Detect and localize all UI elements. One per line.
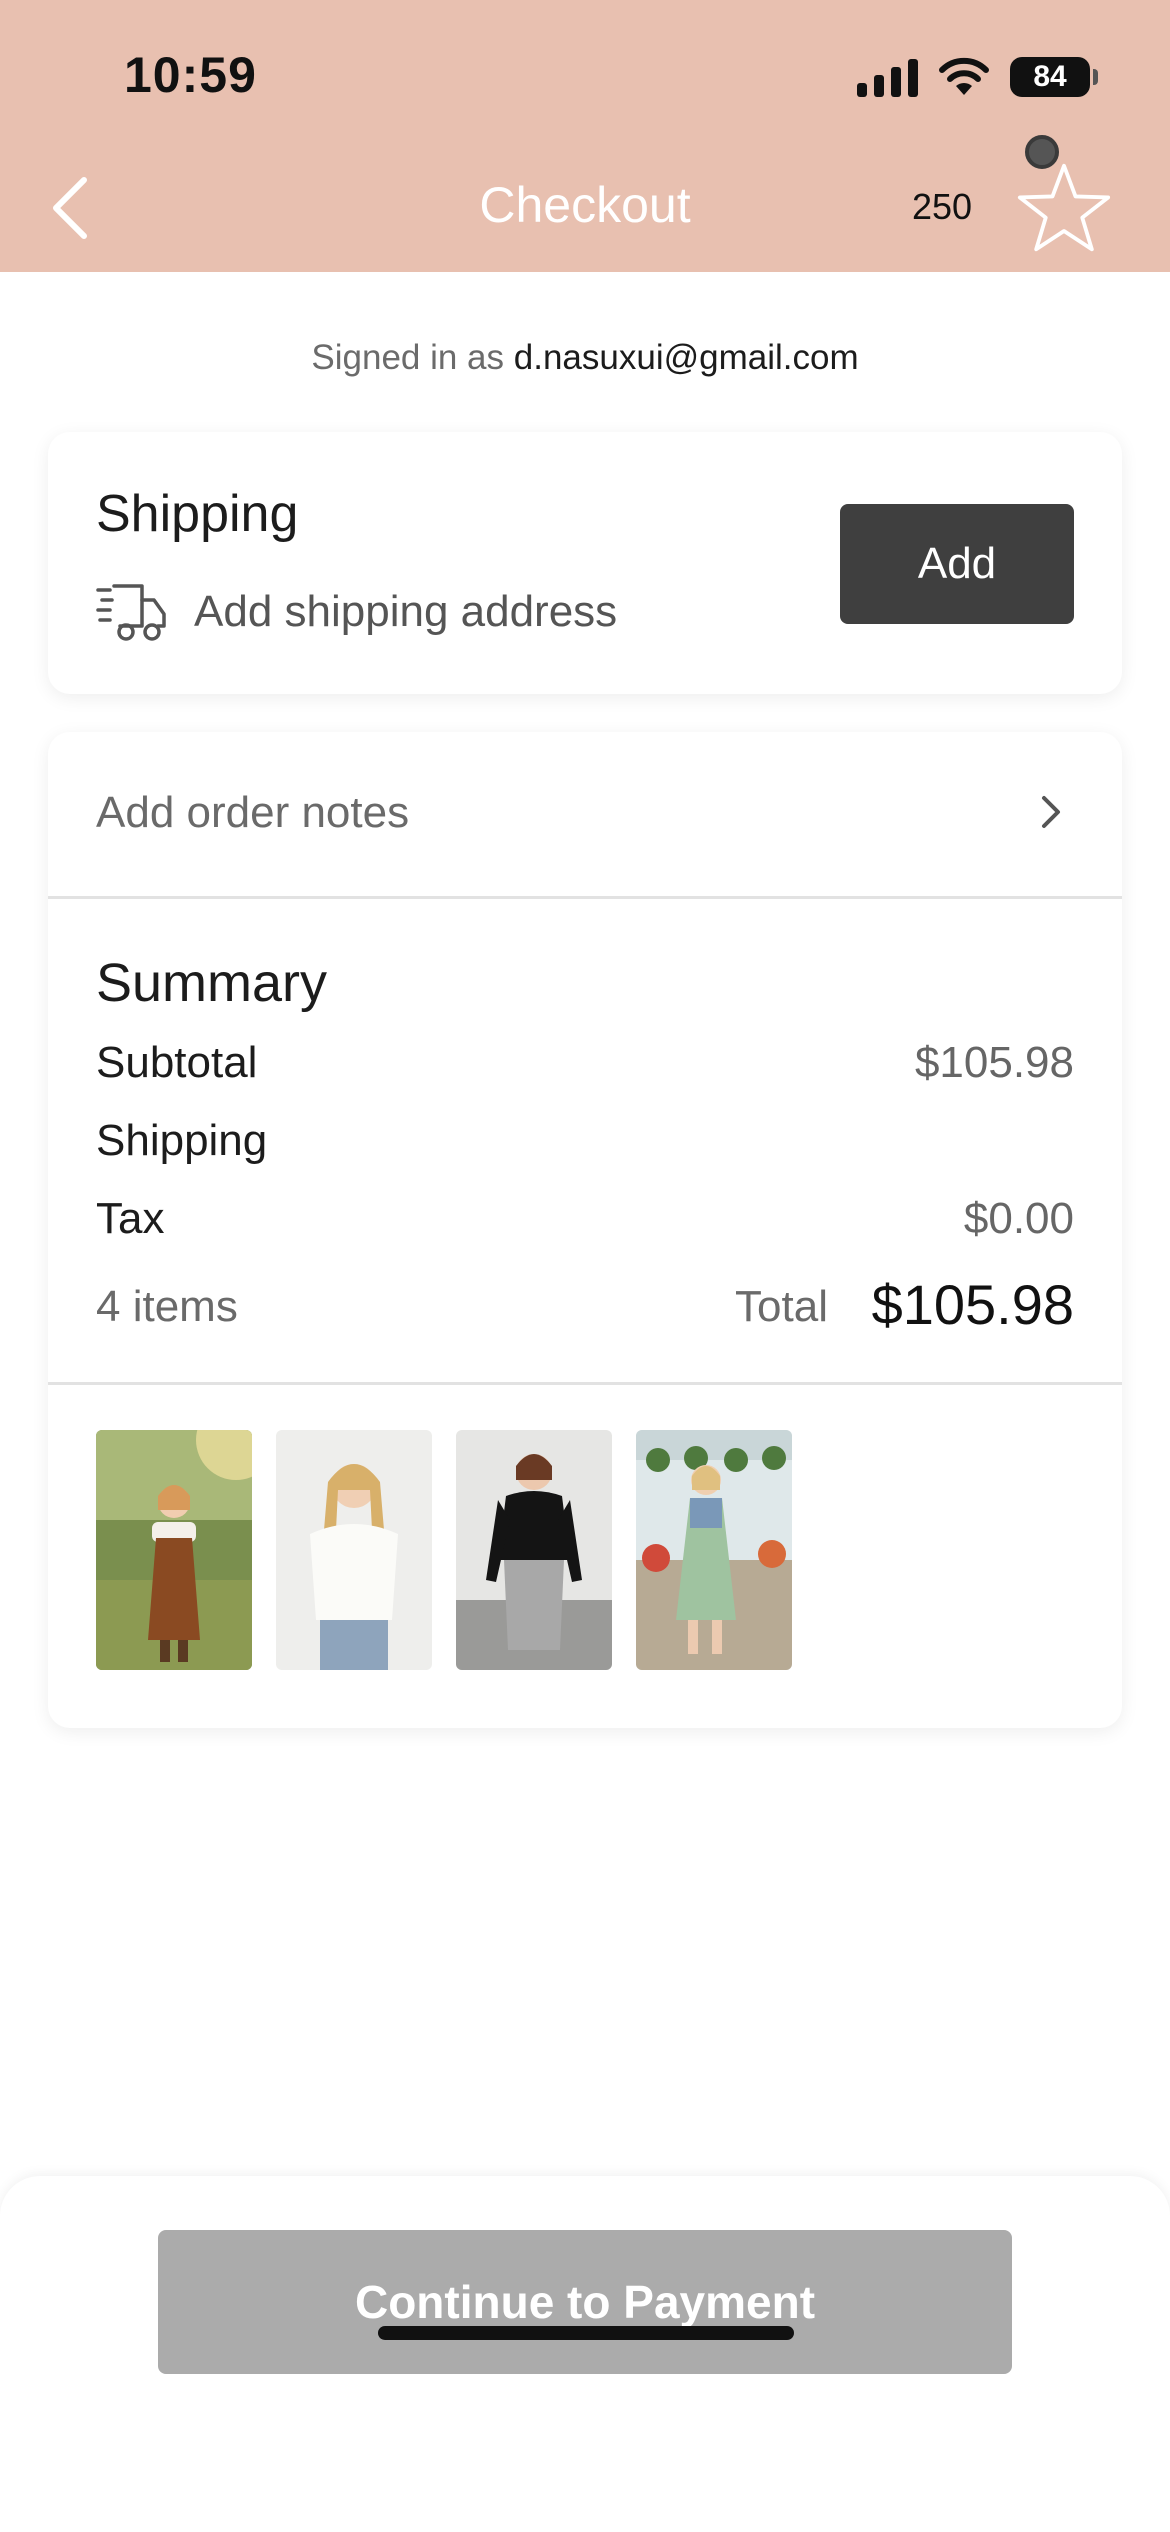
shipping-cost-row: Shipping xyxy=(96,1116,1074,1176)
signed-in-label: Signed in as xyxy=(311,338,505,377)
order-notes-label: Add order notes xyxy=(96,788,410,837)
shipping-address-row[interactable]: Add shipping address xyxy=(96,580,617,644)
account-email: d.nasuxui@gmail.com xyxy=(513,338,859,377)
delivery-truck-icon xyxy=(96,584,166,641)
bottom-action-sheet: Continue to Payment xyxy=(0,2176,1170,2532)
tax-label: Tax xyxy=(96,1194,165,1243)
home-indicator xyxy=(378,2326,794,2340)
product-thumbnail[interactable] xyxy=(456,1430,612,1670)
add-shipping-button[interactable]: Add xyxy=(840,504,1074,624)
star-rewards-icon[interactable] xyxy=(1016,160,1112,256)
total-value: $105.98 xyxy=(871,1273,1074,1336)
total-label: Total xyxy=(735,1282,828,1331)
tax-value: $0.00 xyxy=(963,1194,1074,1243)
total-row: 4 items Total $105.98 xyxy=(96,1272,1074,1352)
order-summary-card: Add order notes Summary Subtotal $105.98… xyxy=(48,732,1122,1728)
summary-title: Summary xyxy=(96,953,328,1013)
rewards-points-count: 250 xyxy=(912,186,973,227)
page-title: Checkout xyxy=(479,177,691,233)
divider xyxy=(48,1382,1122,1385)
camera-indicator xyxy=(1025,135,1059,169)
subtotal-row: Subtotal $105.98 xyxy=(96,1038,1074,1098)
shipping-title: Shipping xyxy=(96,485,299,543)
status-icons: 84 xyxy=(857,52,1098,102)
subtotal-value: $105.98 xyxy=(914,1038,1074,1087)
product-thumbnail[interactable] xyxy=(636,1430,792,1670)
signed-in-line: Signed in as d.nasuxui@gmail.com xyxy=(0,338,1170,378)
shipping-card: Shipping Add shipping address Add xyxy=(48,432,1122,694)
subtotal-label: Subtotal xyxy=(96,1038,258,1087)
status-time: 10:59 xyxy=(124,47,257,103)
cellular-signal-icon xyxy=(857,57,918,97)
tax-row: Tax $0.00 xyxy=(96,1194,1074,1254)
product-thumbnails xyxy=(96,1430,792,1670)
product-thumbnail[interactable] xyxy=(96,1430,252,1670)
header-bar: 10:59 84 Checkout 250 xyxy=(0,0,1170,272)
shipping-subtitle: Add shipping address xyxy=(194,587,618,636)
wifi-icon xyxy=(939,57,989,95)
item-count: 4 items xyxy=(96,1282,238,1331)
chevron-right-icon xyxy=(1042,796,1060,828)
order-notes-row[interactable]: Add order notes xyxy=(48,732,1122,899)
product-thumbnail[interactable] xyxy=(276,1430,432,1670)
continue-to-payment-button[interactable]: Continue to Payment xyxy=(158,2230,1012,2374)
battery-icon: 84 xyxy=(1010,57,1098,97)
shipping-cost-label: Shipping xyxy=(96,1116,268,1165)
